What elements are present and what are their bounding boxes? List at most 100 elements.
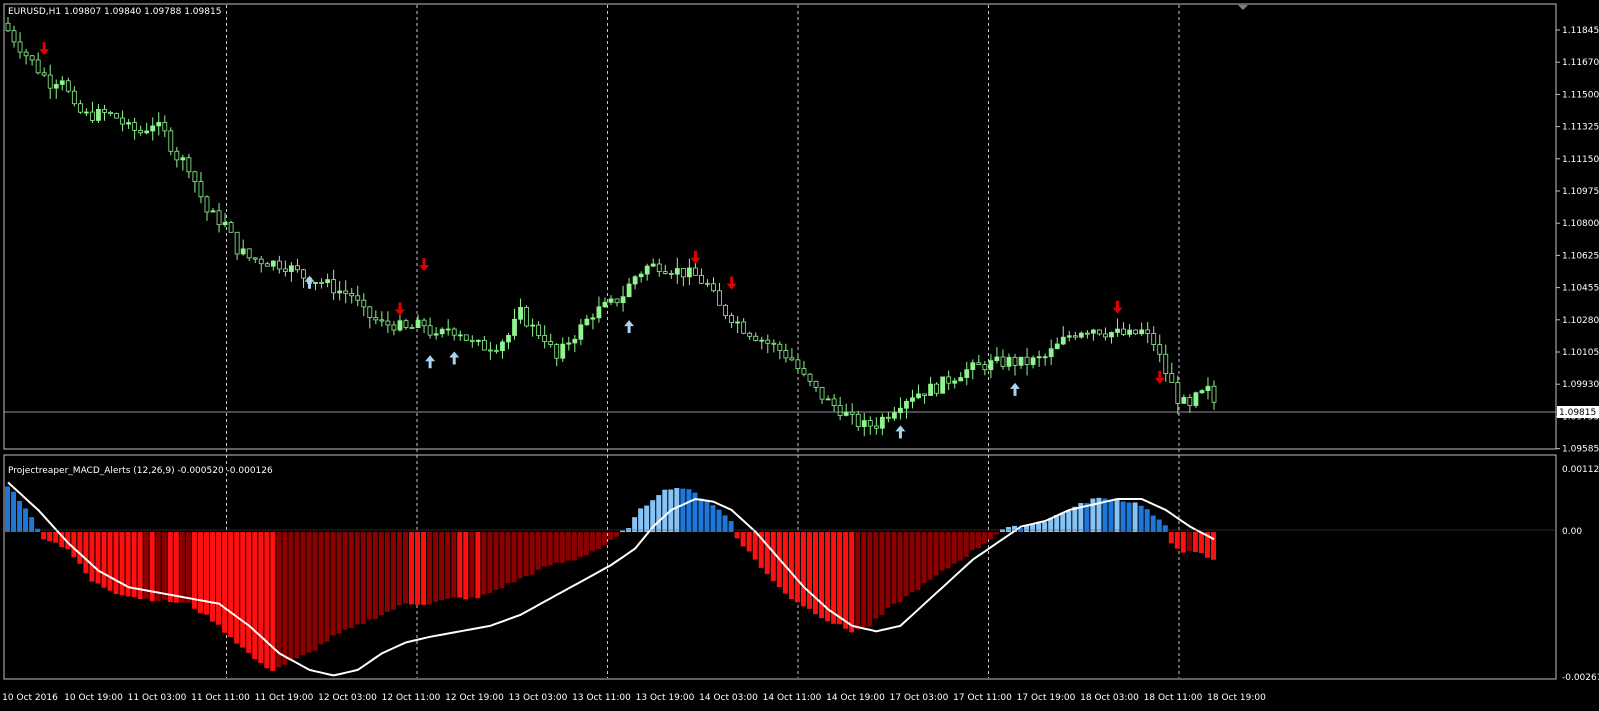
time-tick-label: 11 Oct 03:00: [128, 693, 187, 703]
candle: [463, 334, 469, 341]
histogram-bar: [264, 532, 270, 669]
histogram-bar: [1174, 532, 1180, 549]
histogram-bar: [903, 532, 909, 597]
histogram-bar: [728, 521, 734, 533]
histogram-bar: [704, 501, 710, 533]
histogram-bar: [288, 532, 294, 661]
histogram-bar: [167, 532, 173, 603]
histogram-bar: [427, 532, 433, 605]
histogram-bar: [240, 532, 246, 648]
histogram-bar: [439, 532, 445, 601]
histogram-bar: [861, 532, 867, 627]
histogram-bar: [553, 532, 559, 563]
histogram-bar: [282, 532, 288, 665]
time-tick-label: 12 Oct 11:00: [382, 693, 441, 703]
price-tick-label: 1.11325: [1562, 123, 1599, 133]
time-tick-label: 18 Oct 11:00: [1144, 693, 1203, 703]
price-tick-label: 1.09930: [1562, 380, 1599, 390]
histogram-bar: [1066, 511, 1072, 533]
time-tick-label: 17 Oct 19:00: [1017, 693, 1076, 703]
histogram-bar: [143, 532, 149, 599]
histogram-bar: [915, 532, 921, 591]
histogram-bar: [1198, 532, 1204, 554]
histogram-bar: [360, 532, 366, 625]
time-tick-label: 18 Oct 03:00: [1080, 693, 1139, 703]
histogram-bar: [161, 532, 167, 600]
histogram-bar: [246, 532, 252, 653]
time-tick-label: 13 Oct 03:00: [509, 693, 568, 703]
histogram-bar: [698, 498, 704, 533]
histogram-bar: [921, 532, 927, 584]
histogram-bar: [493, 532, 499, 590]
histogram-bar: [770, 532, 776, 582]
histogram-bar: [348, 532, 354, 628]
histogram-bar: [800, 532, 806, 607]
time-tick-label: 17 Oct 11:00: [953, 693, 1012, 703]
histogram-bar: [722, 515, 728, 533]
histogram-bar: [1060, 512, 1066, 533]
histogram-bar: [879, 532, 885, 615]
histogram-bar: [1192, 532, 1198, 552]
indicator-header: Projectreaper_MACD_Alerts (12,26,9) -0.0…: [8, 466, 273, 476]
histogram-bar: [463, 532, 469, 600]
histogram-bar: [716, 509, 722, 533]
histogram-bar: [511, 532, 517, 583]
histogram-bar: [638, 508, 644, 533]
histogram-bar: [330, 532, 336, 636]
histogram-bar: [276, 532, 282, 668]
histogram-bar: [1126, 502, 1132, 533]
histogram-bar: [294, 532, 300, 659]
time-tick-label: 10 Oct 19:00: [64, 693, 123, 703]
histogram-bar: [336, 532, 342, 634]
time-tick-label: 10 Oct 2016: [2, 693, 58, 703]
time-tick-label: 11 Oct 19:00: [255, 693, 314, 703]
histogram-bar: [981, 532, 987, 544]
histogram-bar: [35, 528, 41, 533]
histogram-bar: [559, 532, 565, 563]
candle: [1193, 391, 1199, 408]
histogram-bar: [788, 532, 794, 600]
histogram-bar: [957, 532, 963, 561]
histogram-bar: [179, 532, 185, 603]
price-tick-label: 1.10625: [1562, 251, 1599, 261]
time-tick-label: 14 Oct 19:00: [826, 693, 885, 703]
histogram-bar: [601, 532, 607, 546]
price-tick-label: 1.10455: [1562, 284, 1599, 294]
histogram-bar: [77, 532, 83, 564]
histogram-bar: [849, 532, 855, 633]
time-tick-label: 17 Oct 03:00: [890, 693, 949, 703]
time-tick-label: 14 Oct 03:00: [699, 693, 758, 703]
candle: [228, 220, 234, 233]
histogram-bar: [746, 532, 752, 552]
histogram-bar: [885, 532, 891, 608]
candle: [114, 112, 119, 119]
histogram-bar: [41, 532, 47, 540]
histogram-bar: [505, 532, 511, 584]
histogram-bar: [1108, 500, 1114, 533]
histogram-bar: [662, 489, 668, 533]
histogram-bar: [306, 532, 312, 653]
histogram-bar: [1036, 523, 1042, 533]
time-tick-label: 14 Oct 11:00: [763, 693, 822, 703]
histogram-bar: [113, 532, 119, 594]
price-tick-label: 1.10800: [1562, 219, 1599, 229]
histogram-bar: [372, 532, 378, 620]
symbol-header: EURUSD,H1 1.09807 1.09840 1.09788 1.0981…: [8, 7, 221, 17]
trading-chart[interactable]: EURUSD,H1 1.09807 1.09840 1.09788 1.0981…: [0, 0, 1599, 711]
histogram-bar: [1186, 532, 1192, 551]
price-tick-label: 1.10280: [1562, 316, 1599, 326]
histogram-bar: [324, 532, 330, 642]
histogram-bar: [191, 532, 197, 609]
histogram-bar: [402, 532, 408, 604]
histogram-bar: [1005, 527, 1011, 533]
histogram-bar: [927, 532, 933, 580]
histogram-bar: [867, 532, 873, 627]
histogram-bar: [945, 532, 951, 569]
histogram-bar: [987, 532, 993, 540]
histogram-bar: [222, 532, 228, 633]
histogram-bar: [680, 488, 686, 533]
histogram-bar: [674, 488, 680, 533]
histogram-bar: [710, 505, 716, 533]
price-tick-label: 1.10975: [1562, 187, 1599, 197]
histogram-bar: [794, 532, 800, 603]
